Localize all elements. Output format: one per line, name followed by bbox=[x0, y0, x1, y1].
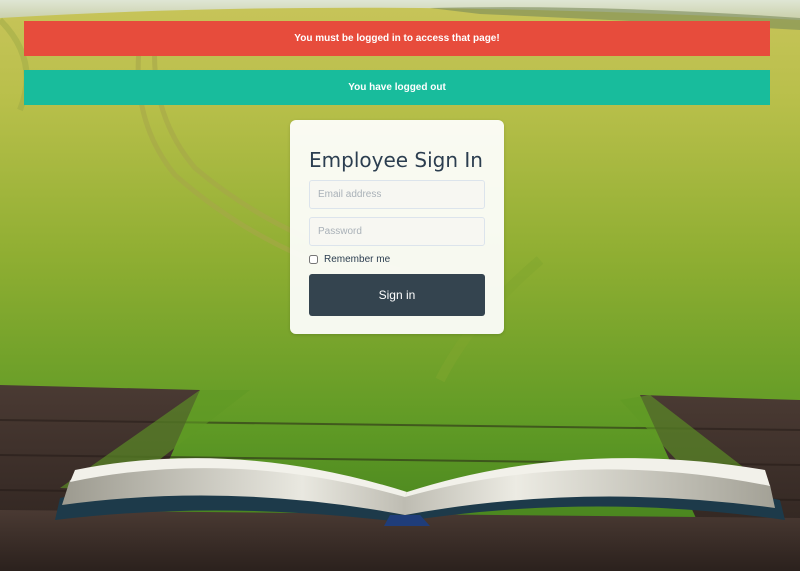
password-input[interactable] bbox=[309, 217, 485, 246]
error-alert-text: You must be logged in to access that pag… bbox=[294, 33, 500, 44]
remember-me[interactable]: Remember me bbox=[309, 254, 390, 265]
remember-me-checkbox[interactable] bbox=[309, 255, 318, 264]
sign-in-title: Employee Sign In bbox=[309, 148, 483, 172]
logout-alert: You have logged out bbox=[24, 70, 770, 105]
sign-in-panel: Employee Sign In Remember me Sign in bbox=[290, 120, 504, 334]
remember-me-label: Remember me bbox=[324, 254, 391, 265]
sign-in-button[interactable]: Sign in bbox=[309, 274, 485, 316]
logout-alert-text: You have logged out bbox=[348, 82, 446, 93]
email-input[interactable] bbox=[309, 180, 485, 209]
error-alert: You must be logged in to access that pag… bbox=[24, 21, 770, 56]
